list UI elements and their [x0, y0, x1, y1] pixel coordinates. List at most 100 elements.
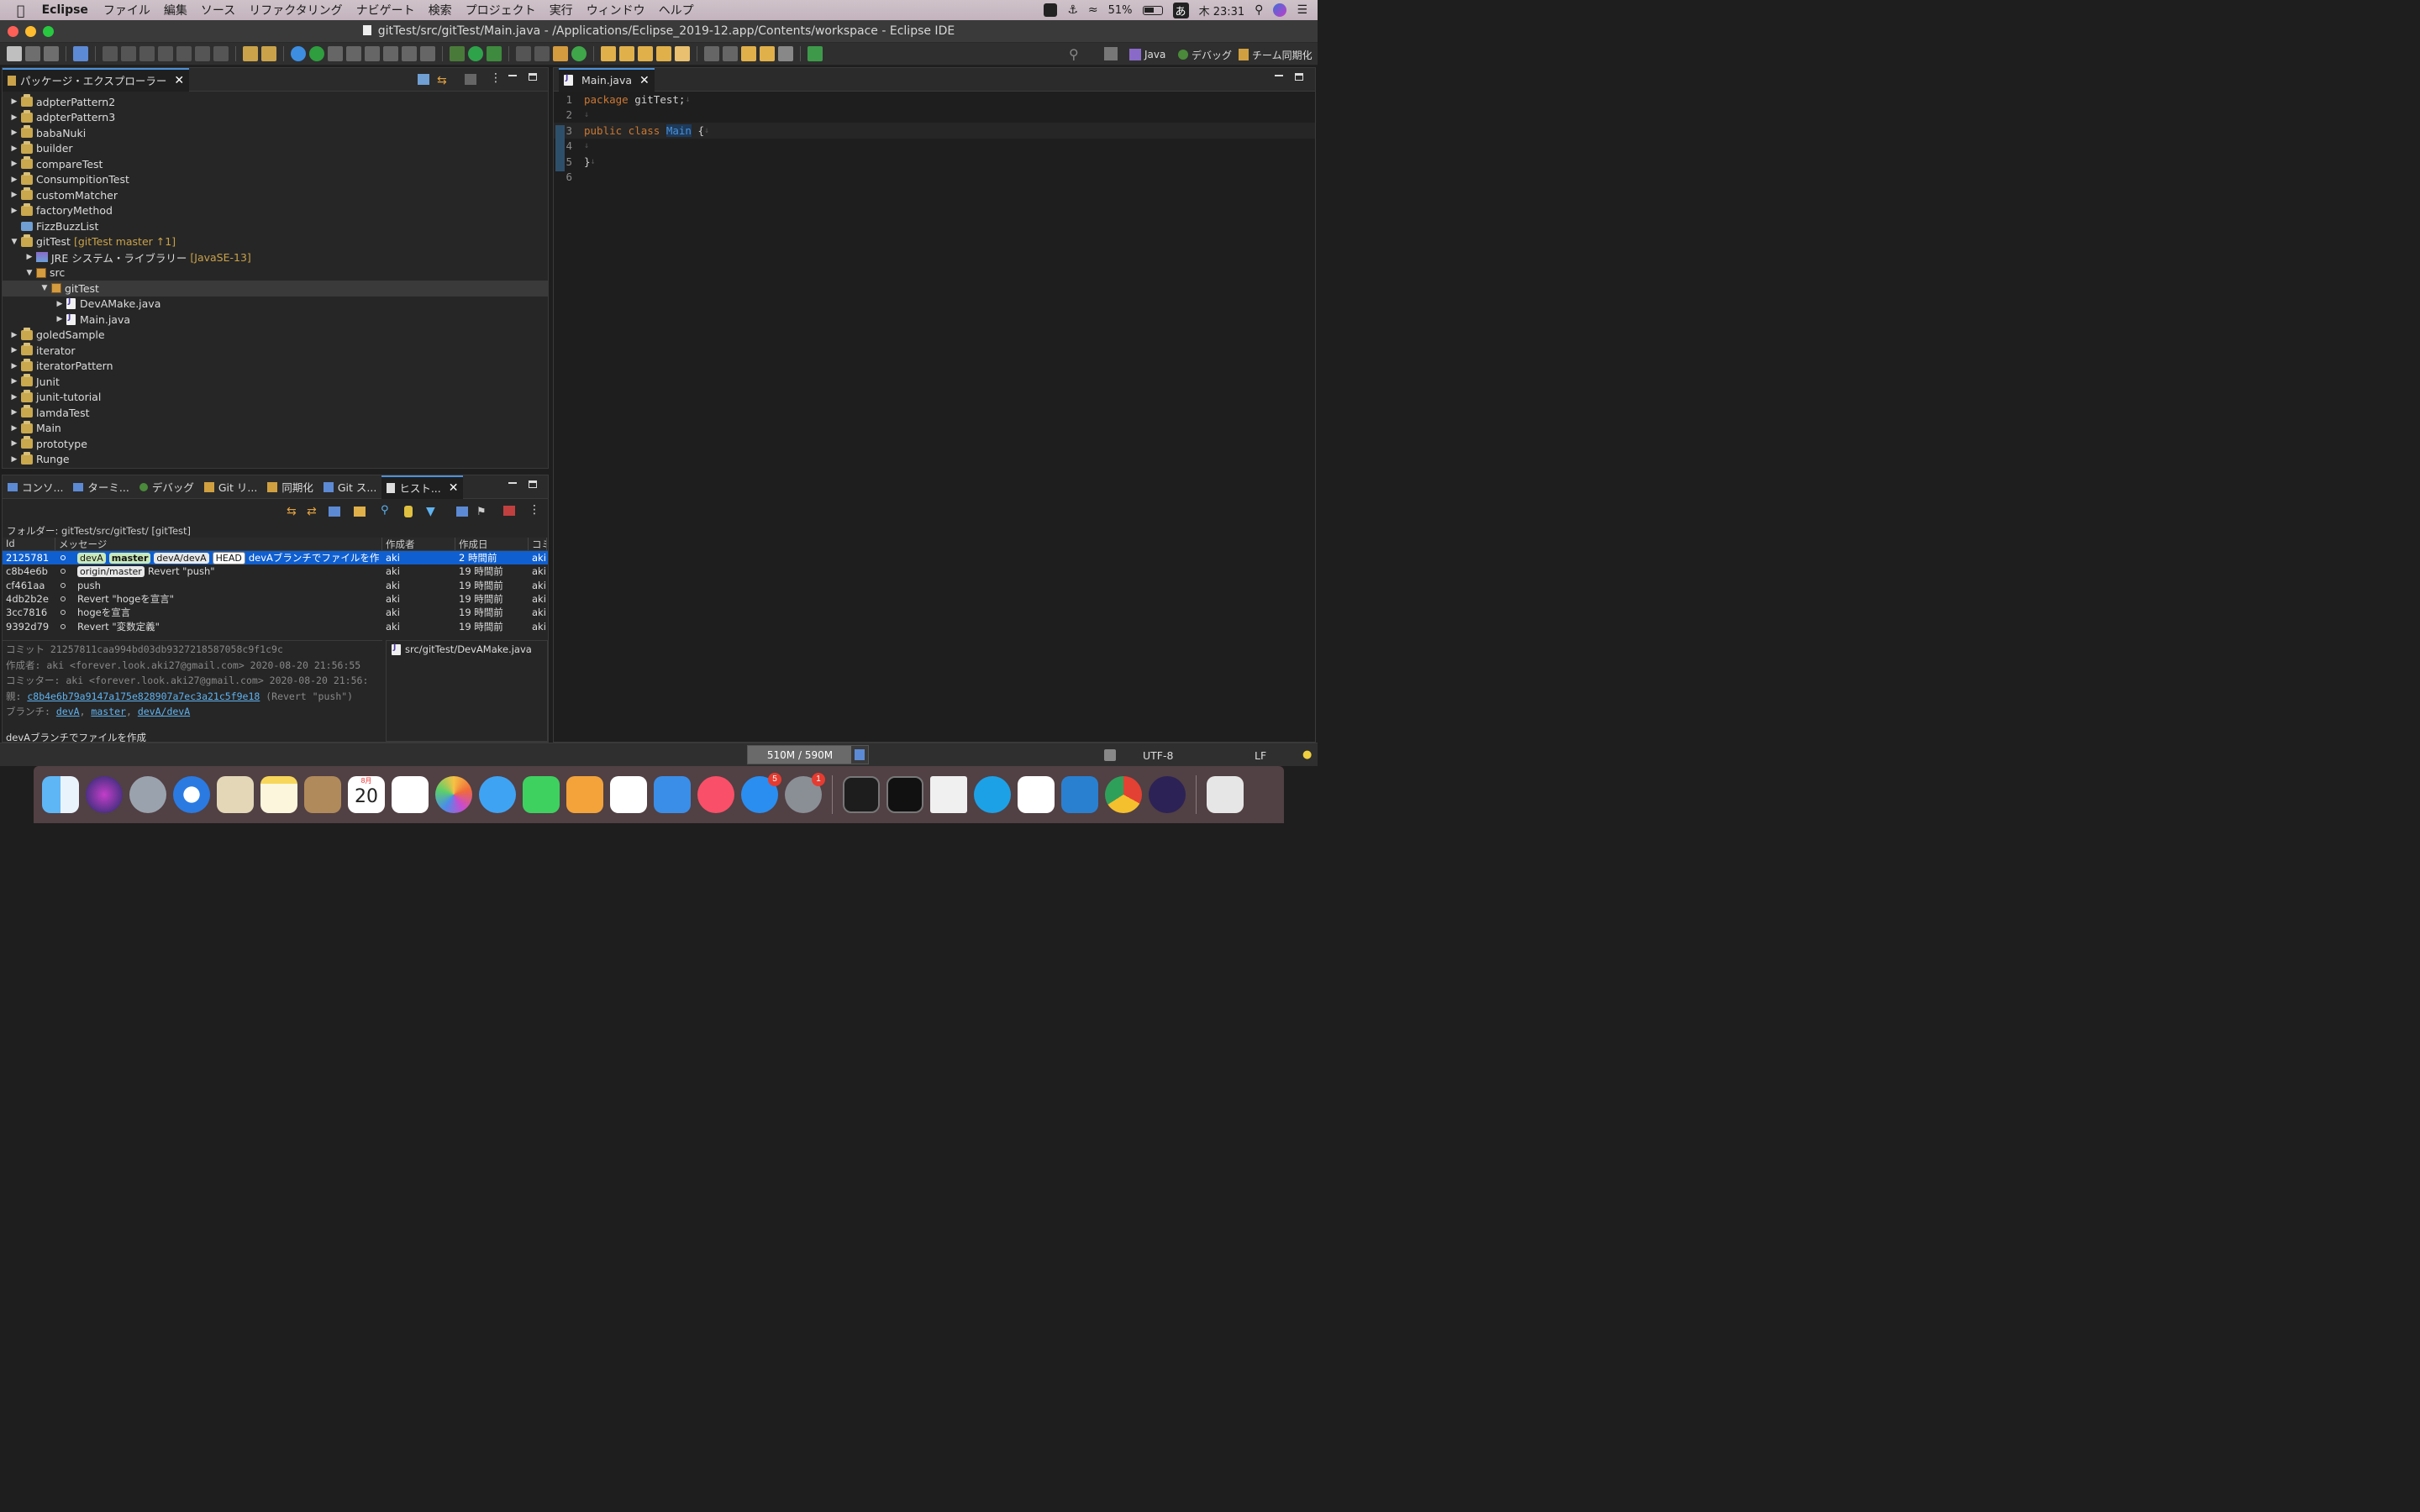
- paragraph-icon[interactable]: [420, 46, 435, 61]
- new-package-icon[interactable]: [553, 46, 568, 61]
- photos-icon[interactable]: [435, 776, 472, 813]
- battery-icon[interactable]: [1142, 5, 1163, 15]
- commit-row[interactable]: 3cc7816 hogeを宣言 aki 19 時間前 aki: [3, 606, 548, 619]
- messages-icon[interactable]: [479, 776, 516, 813]
- terminate-icon[interactable]: [139, 46, 155, 61]
- collapse-arrow-icon[interactable]: ▼: [39, 284, 50, 292]
- commit-detail-panel[interactable]: コミット 21257811caa994bd03db9327218587058c9…: [3, 640, 382, 743]
- tree-item[interactable]: FizzBuzzList: [3, 218, 548, 234]
- open-perspective-icon[interactable]: [1104, 47, 1118, 60]
- commit-row[interactable]: 9392d79 Revert "変数定義" aki 19 時間前 aki: [3, 619, 548, 633]
- tab-synchronize[interactable]: 同期化: [262, 475, 318, 499]
- notification-center-icon[interactable]: ☰: [1297, 3, 1307, 17]
- expand-arrow-icon[interactable]: ▶: [9, 144, 19, 153]
- external-tools-icon[interactable]: [516, 46, 531, 61]
- activity-monitor-icon[interactable]: [843, 776, 880, 813]
- branch-icon[interactable]: ⚑: [476, 506, 487, 518]
- expand-arrow-icon[interactable]: ▶: [9, 331, 19, 339]
- tab-git-repositories[interactable]: Git リ...: [199, 475, 262, 499]
- expand-arrow-icon[interactable]: ▶: [9, 346, 19, 354]
- expand-arrow-icon[interactable]: ▶: [9, 160, 19, 168]
- maximize-icon[interactable]: [529, 480, 537, 488]
- tree-item[interactable]: ▶ ConsumpitionTest: [3, 171, 548, 188]
- expand-arrow-icon[interactable]: ▶: [9, 97, 19, 106]
- expand-arrow-icon[interactable]: ▶: [9, 176, 19, 184]
- save-all-icon[interactable]: [44, 46, 59, 61]
- tree-item[interactable]: ▶ builder: [3, 140, 548, 157]
- tree-item[interactable]: ▶ goledSample: [3, 327, 548, 344]
- expand-arrow-icon[interactable]: ▶: [9, 393, 19, 402]
- finder-icon[interactable]: [42, 776, 79, 813]
- search-folder-icon[interactable]: [638, 46, 653, 61]
- tab-console[interactable]: コンソ...: [3, 475, 68, 499]
- back-icon[interactable]: [760, 46, 775, 61]
- toggle-breadcrumb-icon[interactable]: [328, 46, 343, 61]
- forward-icon[interactable]: [778, 46, 793, 61]
- terminal-icon[interactable]: [73, 46, 88, 61]
- minimize-icon[interactable]: [1275, 75, 1283, 76]
- spotlight-search-icon[interactable]: ⚲: [1255, 3, 1263, 17]
- branch-link[interactable]: master: [91, 706, 126, 717]
- line-ending-label[interactable]: LF: [1255, 749, 1266, 762]
- contacts-icon[interactable]: [304, 776, 341, 813]
- reminders-icon[interactable]: [392, 776, 429, 813]
- tree-item[interactable]: ▶ adpterPattern3: [3, 109, 548, 126]
- mark-occurrences-icon[interactable]: [346, 46, 361, 61]
- menu-navigate[interactable]: ナビゲート: [350, 2, 422, 18]
- code-editor[interactable]: 1 package gitTest; ↓ 2 ↓ 3 public class Main…: [554, 92, 1315, 185]
- menu-window[interactable]: ウィンドウ: [580, 2, 652, 18]
- music-icon[interactable]: [697, 776, 734, 813]
- notes-icon[interactable]: [260, 776, 297, 813]
- suspend-icon[interactable]: [121, 46, 136, 61]
- disconnect-icon[interactable]: [503, 506, 515, 516]
- collapse-all-icon[interactable]: [418, 74, 429, 85]
- maximize-icon[interactable]: [1295, 73, 1303, 81]
- link-with-editor-icon[interactable]: ⇆: [437, 74, 447, 87]
- tree-item[interactable]: ▶ Main: [3, 420, 548, 437]
- changed-file-item[interactable]: src/gitTest/DevAMake.java: [392, 643, 542, 655]
- next-annotation-icon[interactable]: [704, 46, 719, 61]
- branch-link[interactable]: devA: [56, 706, 80, 717]
- resume-icon[interactable]: [103, 46, 118, 61]
- last-edit-location-icon[interactable]: [741, 46, 756, 61]
- tree-item[interactable]: ▶ adpterPattern2: [3, 94, 548, 110]
- tree-item[interactable]: ▶ Junit: [3, 374, 548, 390]
- tree-item-java-file[interactable]: ▶Main.java: [3, 312, 548, 328]
- app-store-icon[interactable]: 5: [741, 773, 781, 813]
- tree-item-jre-library[interactable]: ▶ JRE システム・ライブラリー [JavaSE-13]: [3, 249, 548, 265]
- shield-icon[interactable]: [1044, 3, 1058, 17]
- commit-row[interactable]: cf461aa push aki 19 時間前 aki: [3, 579, 548, 592]
- new-java-project-icon[interactable]: [534, 46, 550, 61]
- commit-row[interactable]: c8b4e6b origin/master Revert "push" aki …: [3, 564, 548, 578]
- compare-mode-icon[interactable]: ⇄: [307, 505, 317, 518]
- expand-arrow-icon[interactable]: ▶: [9, 377, 19, 386]
- find-icon[interactable]: ⚲: [381, 504, 389, 517]
- coverage-icon[interactable]: [487, 46, 502, 61]
- mail-icon[interactable]: [217, 776, 254, 813]
- tree-item[interactable]: ▶ compareTest: [3, 156, 548, 172]
- pin-editor-icon[interactable]: [808, 46, 823, 61]
- terminal-app-icon[interactable]: [886, 776, 923, 813]
- skype-icon[interactable]: [974, 776, 1011, 813]
- menu-source[interactable]: ソース: [194, 2, 242, 18]
- tree-item[interactable]: ▶ babaNuki: [3, 125, 548, 141]
- heap-status[interactable]: 510M / 590M: [747, 745, 869, 764]
- apple-menu-icon[interactable]: : [0, 3, 35, 18]
- block-selection-icon[interactable]: [365, 46, 380, 61]
- chrome-icon[interactable]: [1105, 776, 1142, 813]
- collapse-arrow-icon[interactable]: ▼: [9, 238, 19, 246]
- parent-commit-link[interactable]: c8b4e6b79a9147a175e828907a7ec3a21c5f9e18: [27, 690, 260, 702]
- launchpad-icon[interactable]: [129, 776, 166, 813]
- tab-package-explorer[interactable]: パッケージ・エクスプローラー ✕: [3, 67, 190, 92]
- toggle-word-wrap-icon[interactable]: [383, 46, 398, 61]
- column-message[interactable]: メッセージ: [55, 538, 382, 550]
- menu-edit[interactable]: 編集: [157, 2, 194, 18]
- tab-terminal[interactable]: ターミ...: [68, 475, 134, 499]
- tree-item-gittest-project[interactable]: ▼ gitTest [gitTest master ↑1]: [3, 234, 548, 250]
- tree-item[interactable]: ▶ lamdaTest: [3, 405, 548, 421]
- perspective-debug[interactable]: デバッグ: [1178, 46, 1232, 63]
- run-icon[interactable]: [468, 46, 483, 61]
- expand-arrow-icon[interactable]: ▶: [9, 207, 19, 215]
- slack-icon[interactable]: [1018, 776, 1055, 813]
- eclipse-icon[interactable]: [1149, 776, 1186, 813]
